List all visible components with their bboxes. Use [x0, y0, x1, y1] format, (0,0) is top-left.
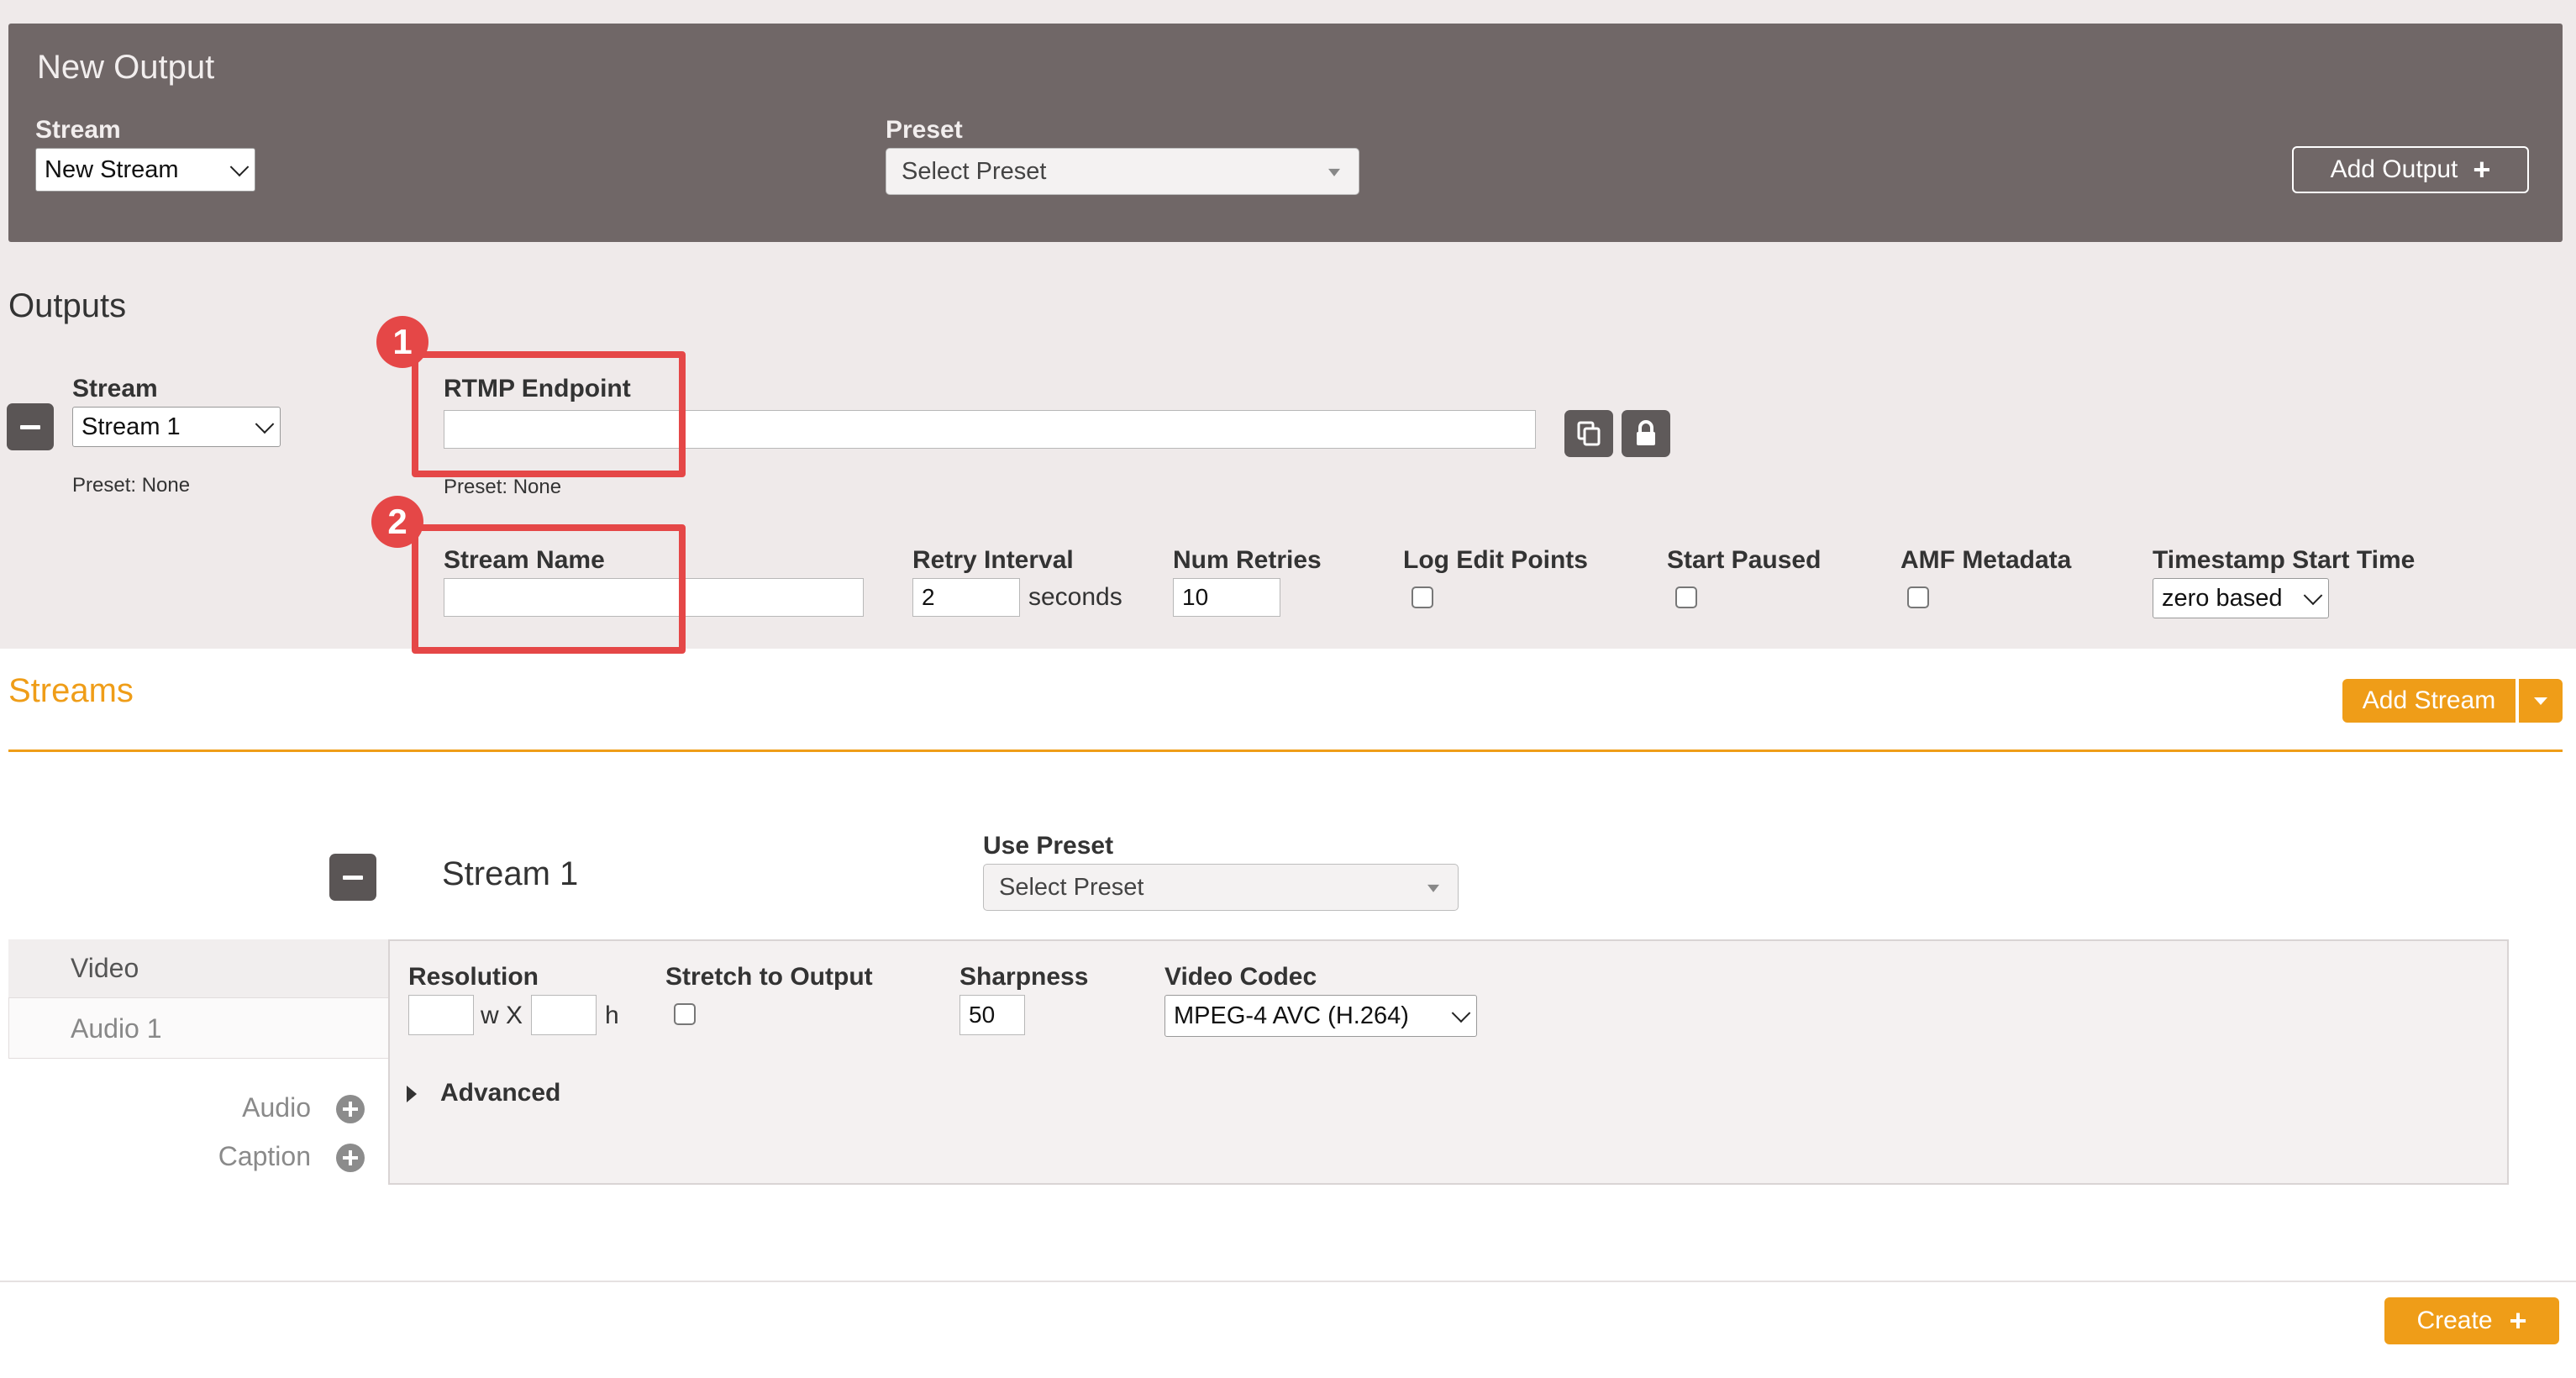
add-audio-button[interactable]: Audio — [185, 1091, 370, 1128]
caret-down-icon — [2534, 697, 2547, 705]
new-output-preset-label: Preset — [886, 116, 963, 144]
footer-divider — [0, 1281, 2576, 1282]
retry-interval-unit: seconds — [1028, 583, 1122, 611]
stretch-to-output-checkbox[interactable] — [674, 1003, 696, 1025]
outputs-title: Outputs — [8, 287, 127, 324]
retry-interval-input[interactable] — [912, 578, 1020, 617]
annotation-box-rtmp-endpoint — [412, 351, 686, 477]
chevron-down-icon — [1451, 1003, 1471, 1023]
caret-right-icon — [407, 1086, 417, 1102]
log-edit-points-label: Log Edit Points — [1403, 546, 1588, 574]
stream-title: Stream 1 — [442, 855, 579, 892]
num-retries-label: Num Retries — [1173, 546, 1322, 574]
new-output-stream-value: New Stream — [45, 155, 179, 183]
advanced-label: Advanced — [440, 1079, 561, 1107]
plus-icon: + — [2473, 152, 2491, 187]
chevron-down-icon — [255, 414, 275, 434]
output-stream-preset-text: Preset: None — [72, 474, 191, 497]
streams-title: Streams — [8, 672, 134, 709]
chevron-down-icon — [229, 157, 250, 177]
video-codec-label: Video Codec — [1164, 963, 1317, 991]
new-output-preset-select[interactable]: Select Preset — [886, 148, 1359, 195]
sharpness-label: Sharpness — [959, 963, 1089, 991]
add-output-button[interactable]: Add Output + — [2292, 146, 2529, 193]
add-stream-button[interactable]: Add Stream — [2342, 679, 2516, 723]
timestamp-start-label: Timestamp Start Time — [2153, 546, 2416, 574]
annotation-badge-2: 2 — [371, 496, 423, 548]
advanced-toggle[interactable]: Advanced — [407, 1077, 591, 1112]
add-stream-label: Add Stream — [2362, 686, 2496, 714]
add-stream-dropdown-button[interactable] — [2519, 679, 2563, 723]
sharpness-input[interactable] — [959, 995, 1025, 1035]
copy-icon — [1577, 421, 1601, 446]
video-codec-value: MPEG-4 AVC (H.264) — [1174, 1002, 1409, 1029]
resolution-label: Resolution — [408, 963, 539, 991]
tab-audio-1-label: Audio 1 — [71, 1013, 162, 1044]
timestamp-start-select[interactable]: zero based — [2153, 578, 2329, 618]
video-codec-select[interactable]: MPEG-4 AVC (H.264) — [1164, 995, 1477, 1037]
plus-circle-icon — [336, 1095, 365, 1123]
rtmp-preset-text: Preset: None — [444, 476, 562, 498]
add-caption-label: Caption — [218, 1141, 311, 1171]
add-output-label: Add Output — [2330, 155, 2458, 183]
add-caption-button[interactable]: Caption — [185, 1139, 370, 1176]
lock-button[interactable] — [1622, 410, 1670, 457]
output-stream-select[interactable]: Stream 1 — [72, 407, 281, 447]
lock-icon — [1637, 420, 1655, 445]
tab-video[interactable]: Video — [8, 939, 390, 998]
resolution-wx-text: w X — [481, 1002, 523, 1029]
resolution-width-input[interactable] — [408, 995, 474, 1035]
new-output-panel — [8, 24, 2563, 242]
timestamp-start-value: zero based — [2162, 584, 2283, 612]
num-retries-input[interactable] — [1173, 578, 1280, 617]
log-edit-points-checkbox[interactable] — [1412, 586, 1433, 608]
remove-output-button[interactable] — [7, 403, 54, 450]
output-stream-value: Stream 1 — [81, 413, 181, 440]
plus-icon: + — [2509, 1303, 2527, 1338]
tab-video-label: Video — [71, 953, 139, 983]
new-output-stream-select[interactable]: New Stream — [35, 148, 255, 192]
start-paused-checkbox[interactable] — [1675, 586, 1697, 608]
new-output-title: New Output — [37, 49, 215, 86]
use-preset-label: Use Preset — [983, 832, 1114, 860]
chevron-down-icon — [2303, 586, 2323, 606]
use-preset-select[interactable]: Select Preset — [983, 864, 1459, 911]
start-paused-label: Start Paused — [1667, 546, 1822, 574]
resolution-h-text: h — [605, 1002, 619, 1029]
output-stream-label: Stream — [72, 375, 158, 402]
amf-metadata-checkbox[interactable] — [1907, 586, 1929, 608]
annotation-box-stream-name — [412, 524, 686, 654]
create-label: Create — [2416, 1307, 2493, 1334]
retry-interval-label: Retry Interval — [912, 546, 1074, 574]
resolution-height-input[interactable] — [531, 995, 597, 1035]
use-preset-value: Select Preset — [999, 873, 1144, 901]
plus-circle-icon — [336, 1144, 365, 1172]
annotation-badge-1: 1 — [376, 316, 428, 368]
tab-audio-1[interactable]: Audio 1 — [8, 1000, 390, 1059]
stretch-to-output-label: Stretch to Output — [665, 963, 873, 991]
remove-stream-button[interactable] — [329, 854, 376, 901]
new-output-preset-value: Select Preset — [902, 157, 1047, 185]
add-audio-label: Audio — [242, 1092, 311, 1123]
streams-divider — [8, 749, 2563, 752]
create-button[interactable]: Create + — [2384, 1297, 2559, 1344]
amf-metadata-label: AMF Metadata — [1900, 546, 2072, 574]
copy-button[interactable] — [1564, 410, 1613, 457]
dropdown-arrow-icon — [1328, 168, 1340, 176]
dropdown-arrow-icon — [1427, 884, 1439, 892]
new-output-stream-label: Stream — [35, 116, 121, 144]
